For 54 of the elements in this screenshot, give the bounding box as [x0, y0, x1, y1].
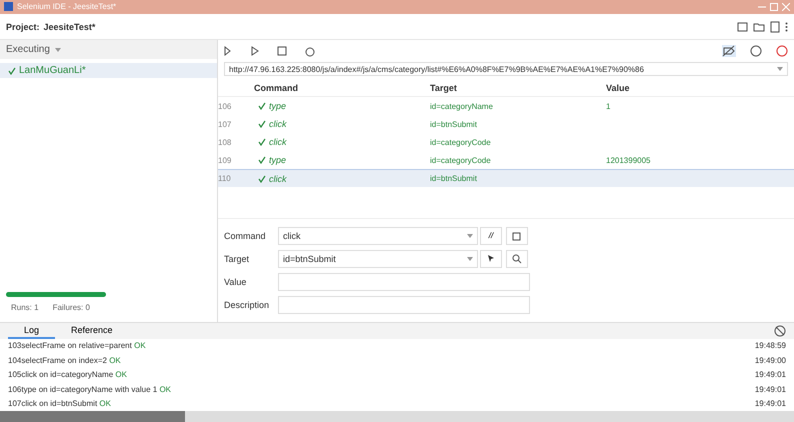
- command-row[interactable]: 109 type id=categoryCode 1201399005: [218, 151, 794, 170]
- command-field[interactable]: click: [278, 226, 478, 245]
- command-label: Command: [224, 230, 267, 241]
- value-label: Value: [224, 276, 248, 287]
- command-row[interactable]: 108 click id=categoryCode: [218, 133, 794, 152]
- open-reference-button[interactable]: [506, 226, 528, 245]
- log-message: 106type on id=categoryName with value 1 OK: [8, 384, 171, 394]
- log-time: 19:49:01: [754, 384, 786, 394]
- caret-icon: [467, 256, 473, 261]
- select-target-button[interactable]: [480, 250, 502, 268]
- target-field[interactable]: id=btnSubmit: [278, 250, 478, 268]
- value-field[interactable]: [278, 272, 530, 291]
- log-time: 19:48:59: [754, 341, 786, 350]
- failures-count: Failures: 0: [52, 302, 90, 312]
- caret-icon: [777, 67, 783, 72]
- project-label: Project:: [6, 22, 40, 32]
- column-header: Command: [254, 82, 300, 93]
- caret-icon: [54, 48, 61, 52]
- project-name: JeesiteTest*: [44, 22, 96, 32]
- description-label: Description: [224, 300, 270, 310]
- command-row[interactable]: 106 type id=categoryName 1: [218, 97, 794, 116]
- command-row[interactable]: 107 click id=btnSubmit: [218, 115, 794, 134]
- log-tab[interactable]: Reference: [55, 322, 129, 339]
- record-icon[interactable]: [776, 44, 788, 57]
- description-field[interactable]: [278, 296, 530, 314]
- target-label: Target: [224, 254, 250, 264]
- window-title: Selenium IDE - JeesiteTest*: [17, 2, 116, 12]
- column-header: Target: [430, 82, 458, 93]
- more-icon[interactable]: [785, 22, 788, 32]
- pause-icon[interactable]: [750, 44, 762, 57]
- log-tab[interactable]: Log: [8, 322, 56, 339]
- caret-icon: [467, 234, 473, 238]
- log-time: 19:49:00: [754, 356, 786, 365]
- log-message: 105click on id=categoryName OK: [8, 370, 127, 380]
- folder-icon[interactable]: [753, 20, 765, 33]
- open-window-icon: [512, 230, 522, 241]
- clear-icon[interactable]: [774, 324, 786, 337]
- comment-button[interactable]: //: [480, 226, 502, 245]
- log-time: 19:49:01: [754, 370, 786, 380]
- log-message: 107click on id=btnSubmit OK: [8, 399, 111, 408]
- log-message: 103selectFrame on relative=parent OK: [8, 341, 146, 350]
- search-icon: [512, 254, 522, 264]
- check-icon: [8, 66, 16, 75]
- sidebar-header[interactable]: Executing: [0, 40, 217, 60]
- runs-count: Runs: 1: [11, 302, 39, 312]
- log-message: 104selectFrame on index=2 OK: [8, 356, 121, 365]
- log-time: 19:49:01: [754, 399, 786, 408]
- url-field[interactable]: http://47.96.163.225:8080/js/a/index#/js/a/cms/category/list#%E6%A0%8F%E7%9B%AE%E7%AE%A1%E7%90%86: [224, 62, 788, 76]
- scrollbar-thumb[interactable]: [0, 411, 185, 422]
- test-item[interactable]: LanMuGuanLi*: [0, 63, 217, 78]
- column-header: Value: [606, 82, 631, 93]
- cursor-icon: [488, 254, 494, 263]
- command-row[interactable]: 110 click id=btnSubmit: [218, 169, 794, 188]
- search-button[interactable]: [506, 250, 528, 268]
